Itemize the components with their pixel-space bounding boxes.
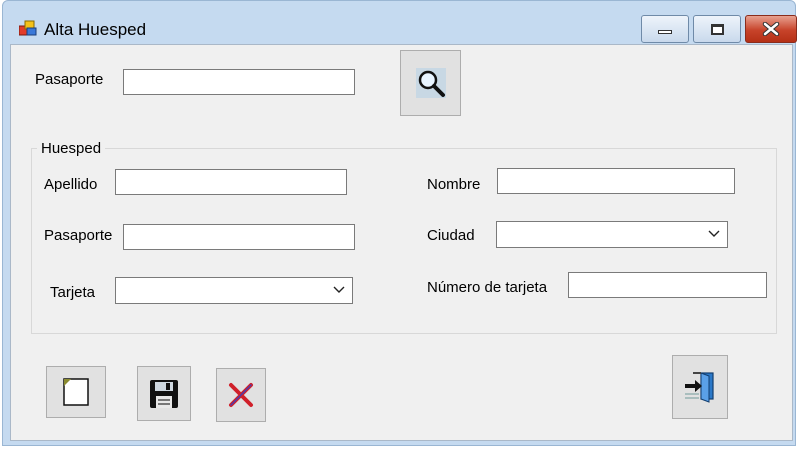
close-button[interactable]: [745, 15, 797, 43]
new-document-icon: [63, 378, 89, 406]
pasaporte-label: Pasaporte: [44, 227, 113, 244]
cancel-button[interactable]: [216, 368, 266, 422]
nombre-input[interactable]: [497, 168, 735, 194]
numero-tarjeta-input[interactable]: [568, 272, 767, 298]
exit-door-icon: [685, 372, 714, 403]
search-passport-label: Pasaporte: [35, 71, 104, 88]
tarjeta-label: Tarjeta: [50, 284, 96, 301]
chevron-down-icon: [333, 286, 345, 293]
search-passport-input[interactable]: [123, 69, 355, 95]
pasaporte-input[interactable]: [123, 224, 355, 250]
nombre-label: Nombre: [427, 176, 481, 193]
maximize-button[interactable]: [693, 15, 741, 43]
numero-tarjeta-label: Número de tarjeta: [427, 279, 548, 296]
exit-button[interactable]: [672, 355, 728, 419]
chevron-down-icon: [708, 230, 720, 237]
magnifier-icon: [415, 68, 446, 98]
minimize-icon: [658, 30, 672, 34]
minimize-button[interactable]: [641, 15, 689, 43]
red-x-icon: [229, 383, 253, 407]
new-button[interactable]: [46, 366, 106, 418]
huesped-group-title: Huesped: [37, 140, 106, 157]
save-button[interactable]: [137, 366, 191, 421]
tarjeta-combobox[interactable]: [115, 277, 353, 304]
ciudad-combobox[interactable]: [496, 221, 728, 248]
maximize-icon: [711, 24, 724, 35]
ciudad-label: Ciudad: [427, 227, 475, 244]
apellido-input[interactable]: [115, 169, 347, 195]
close-icon: [762, 22, 780, 36]
title-bar[interactable]: Alta Huesped: [3, 1, 797, 43]
apellido-label: Apellido: [44, 176, 98, 193]
window-title: Alta Huesped: [44, 20, 147, 39]
floppy-disk-icon: [150, 379, 178, 408]
search-button[interactable]: [400, 50, 461, 116]
app-form-icon: [19, 20, 37, 36]
